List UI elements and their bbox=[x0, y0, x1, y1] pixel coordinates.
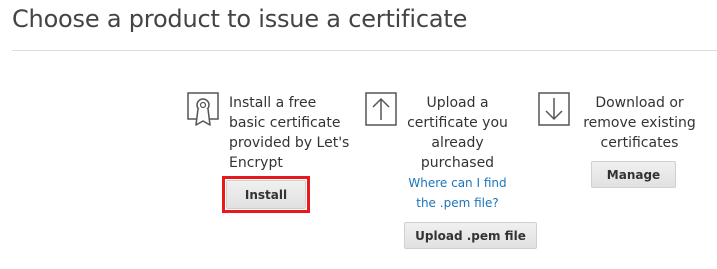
option-description-line: Download or bbox=[595, 95, 684, 111]
option-description-line: provided by Let's bbox=[229, 135, 350, 151]
option-description-line: certificates bbox=[600, 135, 679, 151]
help-link-line[interactable]: Where can I find bbox=[400, 173, 515, 193]
download-arrow-icon bbox=[538, 92, 570, 130]
option-description-line: already bbox=[431, 135, 484, 151]
manage-button[interactable]: Manage bbox=[591, 161, 676, 188]
help-link-line[interactable]: the .pem file? bbox=[400, 193, 515, 213]
upload-arrow-icon bbox=[365, 92, 397, 130]
pem-help-link[interactable]: Where can I find the .pem file? bbox=[400, 173, 515, 213]
option-description-line: Encrypt bbox=[229, 155, 283, 171]
option-description-line: purchased bbox=[420, 155, 495, 171]
option-description-line: Install a free bbox=[229, 95, 317, 111]
option-description-line: remove existing bbox=[583, 115, 696, 131]
title-divider bbox=[12, 50, 717, 51]
highlight-box bbox=[222, 176, 310, 213]
upload-pem-button[interactable]: Upload .pem file bbox=[404, 222, 537, 249]
option-description-line: basic certificate bbox=[229, 115, 341, 131]
certificate-badge-icon bbox=[187, 92, 219, 130]
option-description-line: certificate you bbox=[407, 115, 508, 131]
page-title: Choose a product to issue a certificate bbox=[12, 5, 468, 33]
option-description-line: Upload a bbox=[426, 95, 489, 111]
